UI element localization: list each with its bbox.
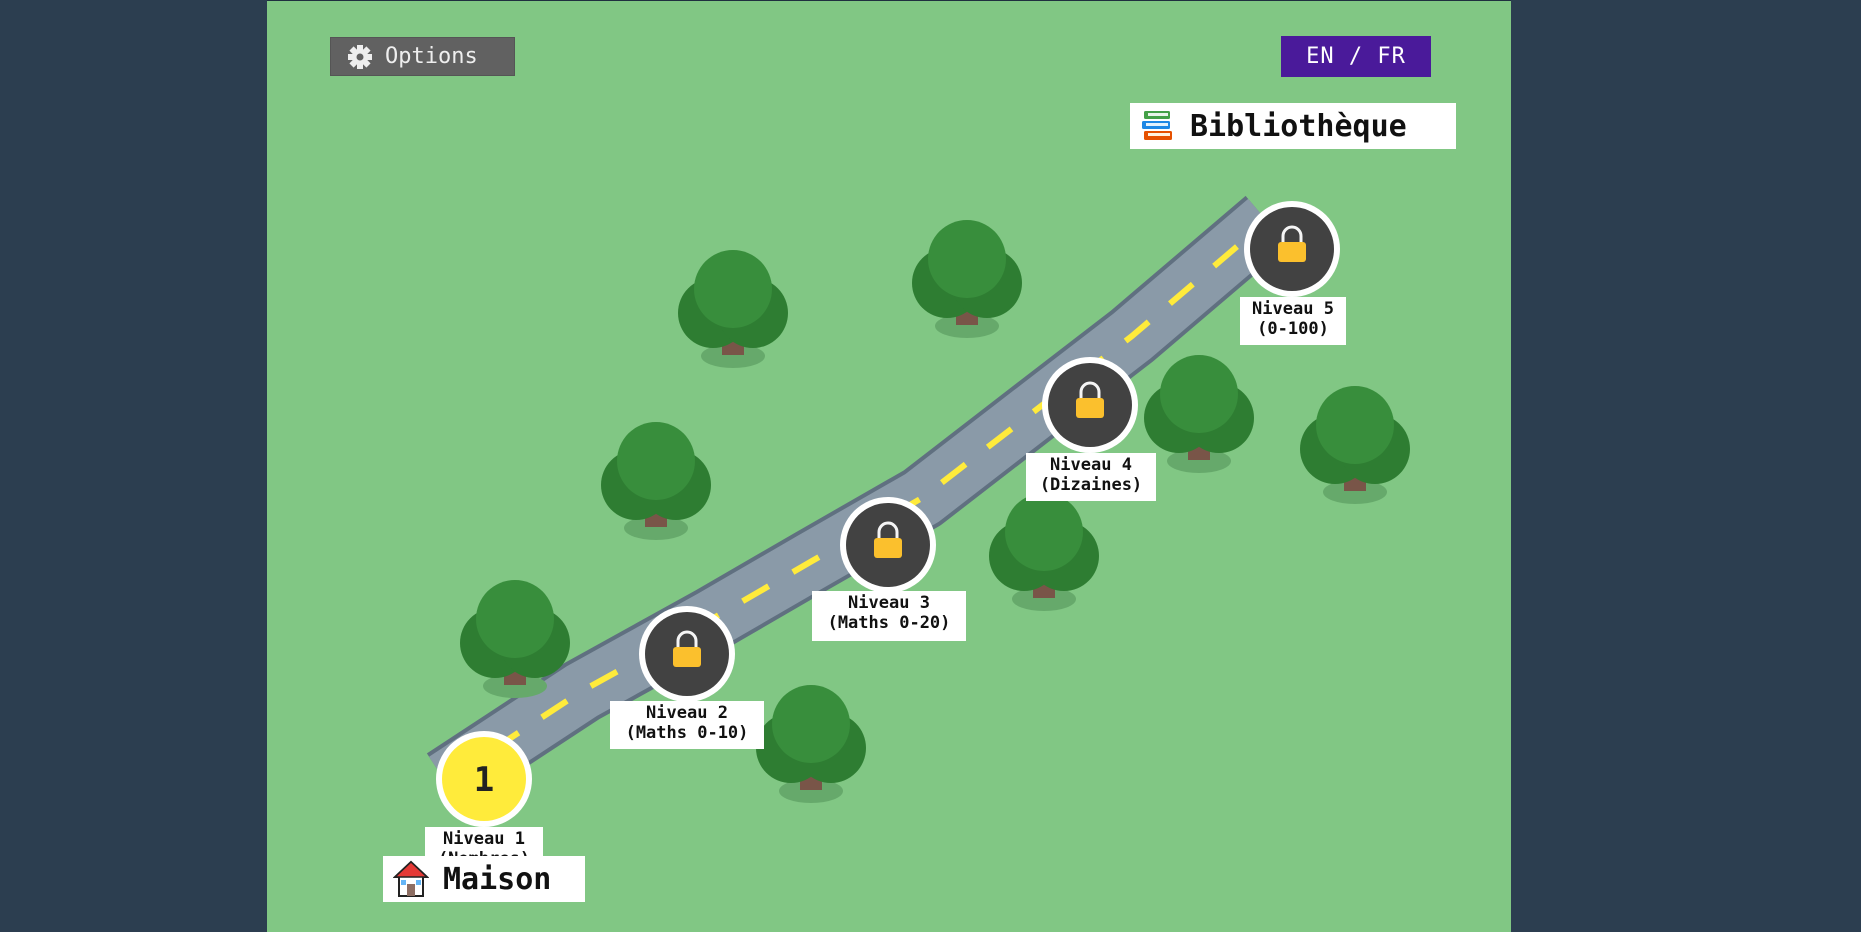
library-destination[interactable]: Bibliothèque [1130,103,1456,149]
options-button[interactable]: Options [330,37,515,76]
level-4-label[interactable]: Niveau 4 (Dizaines) [1026,453,1156,501]
tree [678,250,788,368]
language-label: EN / FR [1306,44,1406,69]
level-4-node[interactable] [1042,357,1138,453]
level-3-node[interactable] [840,497,936,593]
level-2-node[interactable] [639,606,735,702]
level-3-subtitle: (Maths 0-20) [827,613,951,633]
level-5-label[interactable]: Niveau 5 (0-100) [1240,297,1346,345]
level-4-title: Niveau 4 [1050,455,1132,475]
level-1-badge: 1 [474,760,494,800]
level-5-node[interactable] [1244,201,1340,297]
tree [989,493,1099,611]
home-destination[interactable]: Maison [383,856,585,902]
level-1-node[interactable]: 1 [436,731,532,827]
tree [1144,355,1254,473]
tree [756,685,866,803]
level-2-title: Niveau 2 [646,703,728,723]
level-3-title: Niveau 3 [848,593,930,613]
library-label: Bibliothèque [1190,108,1407,144]
level-4-subtitle: (Dizaines) [1039,475,1143,495]
level-1-title: Niveau 1 [443,829,525,849]
books-icon [1142,111,1172,140]
options-label: Options [385,44,478,69]
home-label: Maison [443,861,552,897]
level-2-subtitle: (Maths 0-10) [625,723,749,743]
house-icon [393,860,429,897]
level-5-title: Niveau 5 [1252,299,1334,319]
level-2-label[interactable]: Niveau 2 (Maths 0-10) [610,701,764,749]
level-5-subtitle: (0-100) [1257,319,1329,339]
gear-icon [348,44,372,69]
tree [1300,386,1410,504]
tree [912,220,1022,338]
map-stage: 1 Niveau 1 Niveau 2 (Maths 0-10) Niveau … [267,0,1511,932]
tree [601,422,711,540]
level-3-label[interactable]: Niveau 3 (Maths 0-20) [812,591,966,641]
language-toggle-button[interactable]: EN / FR [1281,36,1431,77]
